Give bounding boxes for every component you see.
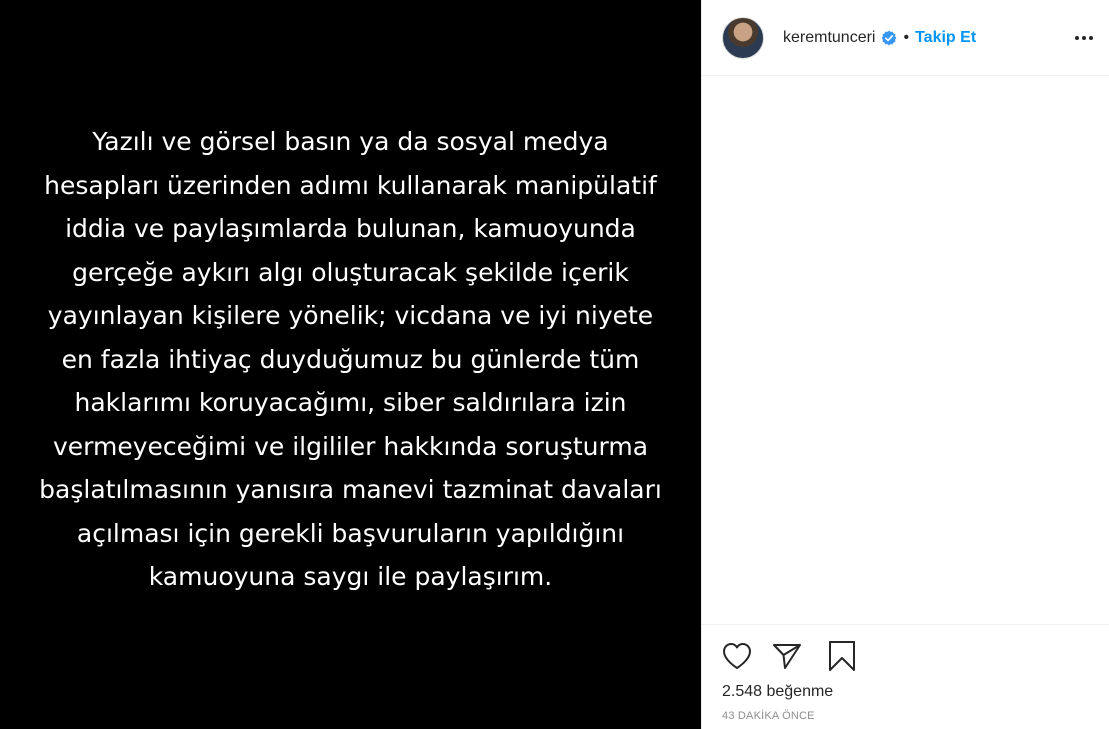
post-media-text: Yazılı ve görsel basın ya da sosyal medy… <box>21 120 681 599</box>
paper-plane-icon <box>773 644 801 669</box>
media-text-line: hesapları üzerinden adımı kullanarak man… <box>44 170 657 200</box>
likes-count[interactable]: 2.548 beğenme <box>722 683 1101 701</box>
media-text-line: en fazla ihtiyaç duyduğumuz bu günlerde … <box>61 344 640 374</box>
media-text-line: kamuoyuna saygı ile paylaşırım. <box>148 562 553 592</box>
post-header: keremtunceri • Takip Et <box>702 0 1109 76</box>
save-button[interactable] <box>822 639 856 673</box>
comments-area[interactable] <box>702 76 1109 624</box>
post-timestamp[interactable]: 43 DAKİKA ÖNCE <box>722 710 1101 722</box>
follow-button[interactable]: Takip Et <box>915 29 976 47</box>
media-text-line: Yazılı ve görsel basın ya da sosyal medy… <box>92 127 609 157</box>
instagram-post: Yazılı ve görsel basın ya da sosyal medy… <box>0 0 1109 729</box>
more-options-icon[interactable] <box>1075 30 1093 46</box>
avatar[interactable] <box>722 16 764 59</box>
verified-badge-icon <box>881 30 897 46</box>
media-text-line: gerçeğe aykırı algı oluşturacak şekilde … <box>72 257 629 287</box>
media-text-line: açılması için gerekli başvuruların yapıl… <box>76 518 625 548</box>
header-separator: • <box>903 28 910 46</box>
post-media[interactable]: Yazılı ve görsel basın ya da sosyal medy… <box>0 0 701 729</box>
media-text-line: vermeyeceğimi ve ilgililer hakkında soru… <box>52 431 649 461</box>
more-dot <box>1082 35 1086 40</box>
media-text-line: yayınlayan kişilere yönelik; vicdana ve … <box>47 301 654 331</box>
media-text-line: haklarımı koruyacağımı, siber saldırılar… <box>74 388 627 418</box>
action-row <box>722 639 1101 673</box>
more-dot <box>1089 35 1093 40</box>
heart-icon <box>723 643 751 669</box>
share-button[interactable] <box>772 639 806 673</box>
like-button[interactable] <box>722 639 756 673</box>
post-actions: 2.548 beğenme 43 DAKİKA ÖNCE <box>702 624 1109 729</box>
username-link[interactable]: keremtunceri <box>783 29 875 47</box>
media-text-line: başlatılmasının yanısıra manevi tazminat… <box>39 475 662 505</box>
more-dot <box>1075 35 1079 40</box>
post-side-panel: keremtunceri • Takip Et 2.548 beğenme 43… <box>701 0 1109 729</box>
bookmark-icon <box>829 641 855 671</box>
media-text-line: iddia ve paylaşımlarda bulunan, kamuoyun… <box>65 214 636 244</box>
